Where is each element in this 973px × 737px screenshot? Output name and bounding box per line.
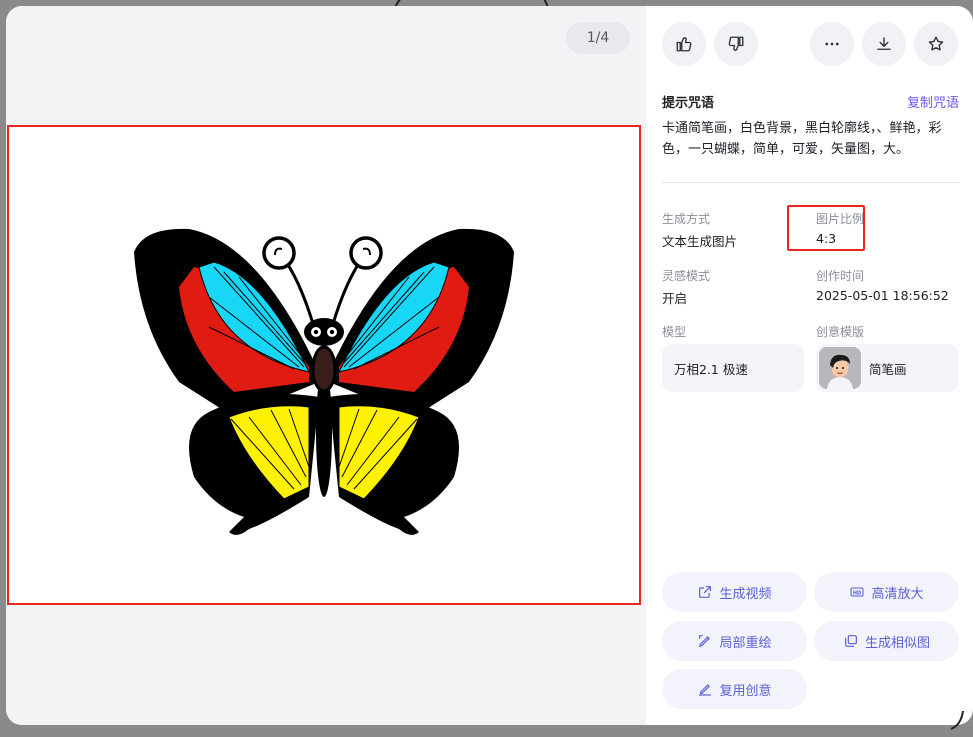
more-button[interactable] (810, 22, 854, 66)
inspiration-value: 开启 (662, 291, 688, 306)
star-icon (928, 36, 944, 51)
template-value: 简笔画 (869, 361, 907, 377)
created-label: 创作时间 (816, 269, 865, 283)
inspiration-label: 灵感模式 (662, 269, 711, 283)
thumbs-up-icon (676, 37, 692, 52)
gen-method-value: 文本生成图片 (662, 234, 738, 249)
image-preview-area: 1/4 (6, 6, 646, 725)
image-detail-modal: 1/4 提示咒语 复制咒语 卡通简笔画，白色背景，黑白轮廓线，、鲜艳，彩色，一只… (6, 6, 973, 725)
prompt-text: 卡通简笔画，白色背景，黑白轮廓线，、鲜艳，彩色，一只蝴蝶，简单，可爱，矢量图，大… (662, 121, 942, 157)
edit-pen-icon (699, 684, 712, 696)
hd-upscale-label: 高清放大 (871, 586, 924, 602)
reuse-idea-button[interactable]: 复用创意 (662, 669, 807, 709)
divider (662, 182, 959, 183)
template-label: 创意模版 (816, 325, 865, 339)
hd-icon: HD (850, 587, 865, 597)
prompt-title: 提示咒语 (662, 96, 715, 111)
generate-video-label: 生成视频 (719, 586, 772, 602)
copy-similar-icon (845, 635, 857, 647)
generate-similar-button[interactable]: 生成相似图 (814, 621, 959, 661)
copy-prompt-link[interactable]: 复制咒语 (907, 92, 959, 111)
brush-icon (699, 635, 711, 647)
partial-redraw-label: 局部重绘 (719, 635, 772, 651)
template-avatar (819, 347, 861, 389)
generate-similar-label: 生成相似图 (864, 635, 930, 651)
share-export-icon (699, 586, 712, 598)
more-icon (825, 42, 839, 46)
favorite-button[interactable] (914, 22, 958, 66)
generate-video-button[interactable]: 生成视频 (662, 572, 807, 612)
page-counter: 1/4 (566, 22, 630, 54)
model-label: 模型 (662, 325, 687, 339)
dislike-button[interactable] (714, 22, 758, 66)
toolbar (662, 22, 959, 66)
partial-redraw-button[interactable]: 局部重绘 (662, 621, 807, 661)
thumbs-down-icon (728, 36, 744, 51)
hd-upscale-button[interactable]: HD 高清放大 (814, 572, 959, 612)
model-value: 万相2.1 极速 (674, 361, 748, 377)
created-value: 2025-05-01 18:56:52 (816, 288, 949, 303)
template-card[interactable]: 简笔画 (816, 344, 958, 392)
model-card[interactable]: 万相2.1 极速 (662, 344, 804, 392)
detail-panel: 提示咒语 复制咒语 卡通简笔画，白色背景，黑白轮廓线，、鲜艳，彩色，一只蝴蝶，简… (646, 6, 973, 725)
svg-text:HD: HD (853, 590, 861, 596)
reuse-idea-label: 复用创意 (719, 683, 772, 699)
backdrop-sketch-corner (950, 710, 964, 730)
cartoon-avatar-icon (819, 347, 861, 389)
download-button[interactable] (862, 22, 906, 66)
download-icon (877, 37, 891, 50)
generated-image[interactable] (7, 125, 641, 605)
butterfly-illustration (134, 228, 514, 535)
ratio-highlight-box (787, 205, 865, 251)
gen-method-label: 生成方式 (662, 212, 711, 226)
like-button[interactable] (662, 22, 706, 66)
